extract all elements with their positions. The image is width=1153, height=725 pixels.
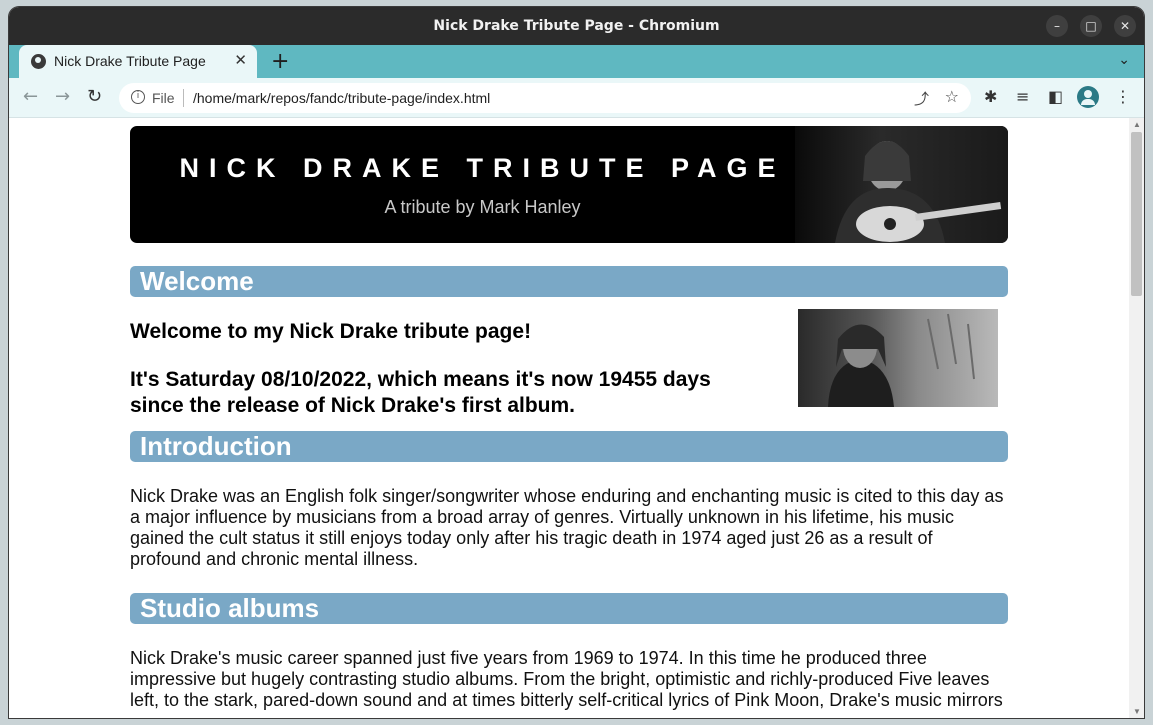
- scroll-up-arrow-icon[interactable]: ▲: [1133, 120, 1141, 129]
- introduction-text: Nick Drake was an English folk singer/so…: [130, 486, 1004, 569]
- portrait-illustration: [828, 313, 975, 407]
- extensions-puzzle-icon[interactable]: ✱: [984, 87, 997, 106]
- tab-search-chevron-icon[interactable]: ⌄: [1118, 52, 1130, 68]
- header-photo-guitarist: [795, 126, 1008, 243]
- tab-active[interactable]: Nick Drake Tribute Page ✕: [19, 45, 257, 78]
- close-window-icon[interactable]: ✕: [1114, 15, 1136, 37]
- browser-window: Nick Drake Tribute Page - Chromium – □ ✕…: [9, 7, 1144, 718]
- title-bar: Nick Drake Tribute Page - Chromium – □ ✕: [9, 7, 1144, 45]
- scrollbar-thumb[interactable]: [1131, 132, 1142, 296]
- share-icon[interactable]: ⤴: [914, 88, 929, 109]
- page-content: NICK DRAKE TRIBUTE PAGE A tribute by Mar…: [130, 126, 1008, 711]
- welcome-message: Welcome to my Nick Drake tribute page!: [130, 320, 532, 343]
- url-text[interactable]: /home/mark/repos/fandc/tribute-page/inde…: [193, 90, 490, 106]
- section-heading-welcome: Welcome: [130, 266, 1008, 297]
- reload-icon[interactable]: ↻: [87, 86, 102, 107]
- omnibox-divider: [183, 89, 184, 107]
- maximize-icon[interactable]: □: [1080, 15, 1102, 37]
- address-bar[interactable]: i File /home/mark/repos/fandc/tribute-pa…: [119, 83, 971, 113]
- bookmark-star-icon[interactable]: ☆: [945, 87, 959, 106]
- back-arrow-icon[interactable]: ←: [23, 86, 38, 107]
- close-tab-icon[interactable]: ✕: [234, 51, 247, 69]
- media-playlist-icon[interactable]: ≡: [1016, 87, 1029, 106]
- info-icon[interactable]: i: [131, 90, 145, 104]
- page-subtitle: A tribute by Mark Hanley: [384, 197, 581, 217]
- globe-icon: [31, 54, 46, 69]
- scroll-down-arrow-icon[interactable]: ▼: [1133, 707, 1141, 716]
- welcome-section: Welcome to my Nick Drake tribute page! I…: [130, 297, 1008, 425]
- vertical-scrollbar[interactable]: ▲ ▼: [1129, 118, 1144, 718]
- portrait-photo: [798, 309, 998, 407]
- side-panel-icon[interactable]: ◧: [1048, 87, 1063, 106]
- guitarist-illustration: [835, 141, 1002, 243]
- new-tab-button[interactable]: +: [271, 49, 289, 74]
- forward-arrow-icon[interactable]: →: [55, 86, 70, 107]
- page-header: NICK DRAKE TRIBUTE PAGE A tribute by Mar…: [130, 126, 1008, 243]
- url-scheme-label: File: [152, 90, 175, 106]
- kebab-menu-icon[interactable]: ⋮: [1115, 87, 1131, 106]
- page-viewport: NICK DRAKE TRIBUTE PAGE A tribute by Mar…: [9, 118, 1129, 718]
- days-since-message: It's Saturday 08/10/2022, which means it…: [130, 368, 711, 417]
- page-title: NICK DRAKE TRIBUTE PAGE: [179, 153, 786, 183]
- profile-avatar-icon[interactable]: [1077, 86, 1099, 108]
- section-heading-studio-albums: Studio albums: [130, 593, 1008, 624]
- window-title: Nick Drake Tribute Page - Chromium: [433, 18, 720, 34]
- section-heading-introduction: Introduction: [130, 431, 1008, 462]
- browser-toolbar: ← → ↻ i File /home/mark/repos/fandc/trib…: [9, 78, 1144, 118]
- minimize-icon[interactable]: –: [1046, 15, 1068, 37]
- tab-title: Nick Drake Tribute Page: [54, 53, 206, 69]
- studio-albums-text: Nick Drake's music career spanned just f…: [130, 648, 1003, 710]
- tab-strip: Nick Drake Tribute Page ✕ + ⌄: [9, 45, 1144, 78]
